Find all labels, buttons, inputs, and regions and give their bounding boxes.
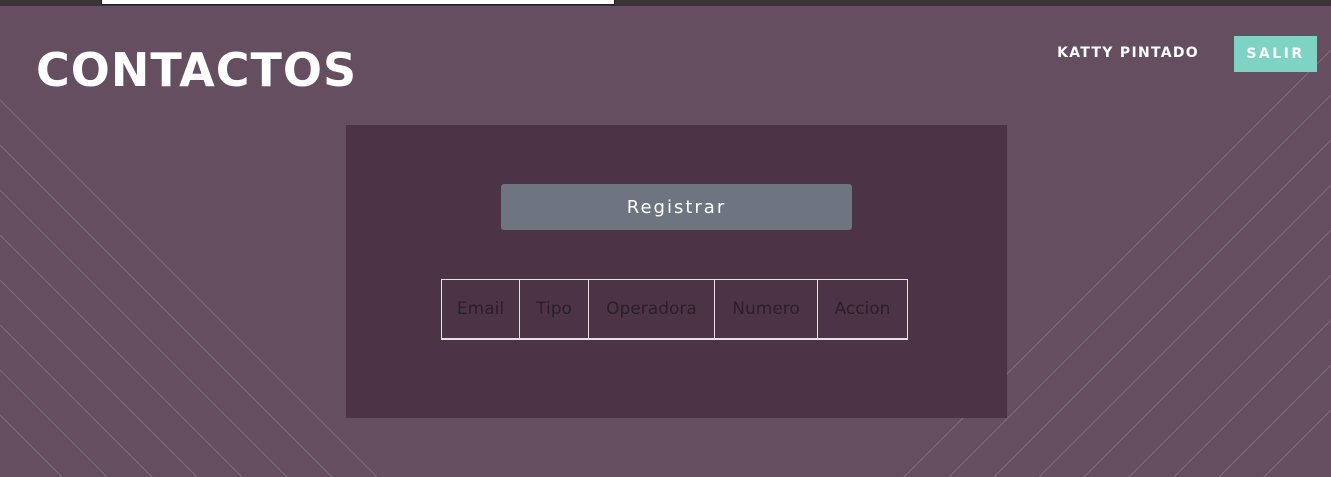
register-button[interactable]: Registrar (501, 184, 852, 230)
table-header-row: Email Tipo Operadora Numero Accion (441, 279, 908, 340)
browser-top-strip (0, 0, 1331, 6)
column-header-tipo: Tipo (519, 279, 589, 340)
address-field[interactable] (101, 0, 615, 5)
page-title: CONTACTOS (36, 43, 358, 97)
logout-button[interactable]: SALIR (1234, 36, 1317, 72)
contacts-table: Email Tipo Operadora Numero Accion (441, 279, 908, 340)
column-header-numero: Numero (714, 279, 818, 340)
column-header-email: Email (441, 279, 520, 340)
user-name: KATTY PINTADO (1057, 45, 1199, 61)
column-header-operadora: Operadora (588, 279, 715, 340)
column-header-accion: Accion (817, 279, 908, 340)
contacts-panel: Registrar Email Tipo Operadora Numero Ac… (346, 125, 1007, 418)
